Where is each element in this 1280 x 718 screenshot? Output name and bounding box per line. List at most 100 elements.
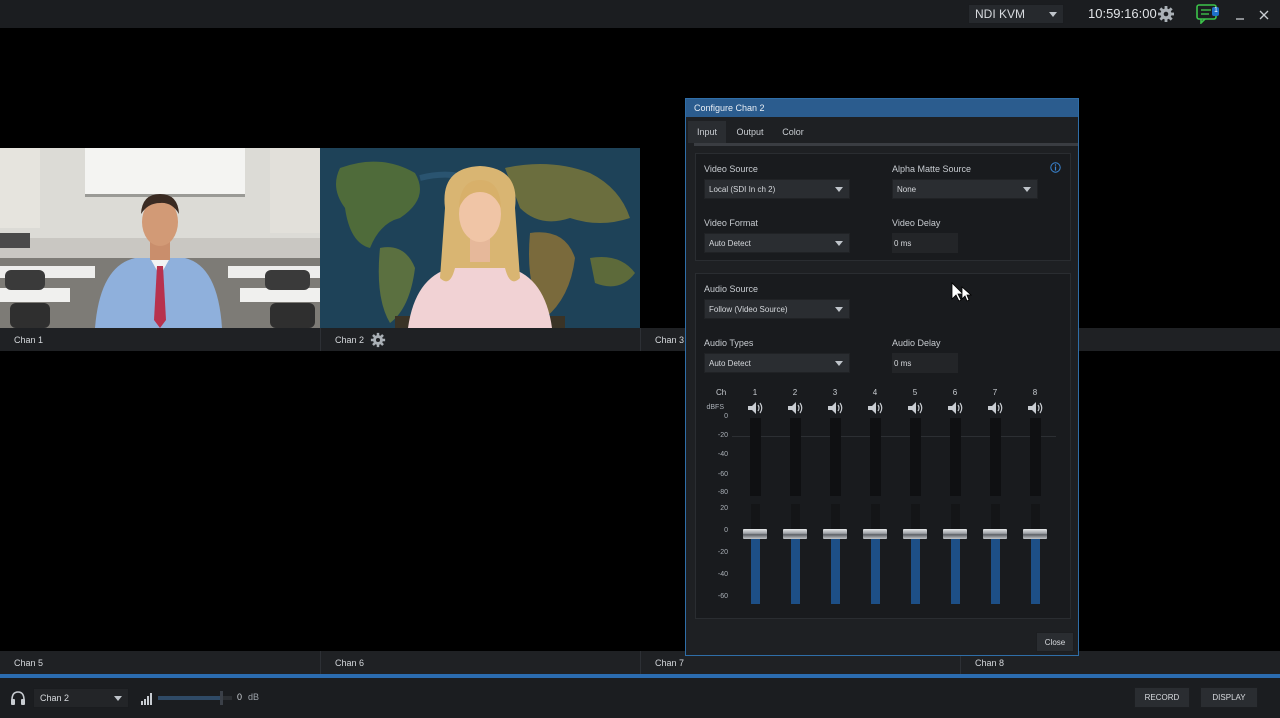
configure-dialog: Configure Chan 2 Input Output Color Vide… bbox=[685, 98, 1079, 656]
chevron-down-icon bbox=[114, 695, 122, 701]
volume-slider-handle[interactable] bbox=[219, 691, 223, 705]
level-meter bbox=[1030, 418, 1041, 496]
tab-underline bbox=[694, 143, 1078, 146]
monitor-select[interactable]: Chan 2 bbox=[33, 688, 129, 708]
level-meter bbox=[950, 418, 961, 496]
close-icon[interactable] bbox=[1258, 8, 1270, 20]
fader-scale-tick: 20 bbox=[720, 505, 728, 512]
tab-input[interactable]: Input bbox=[688, 121, 726, 143]
volume-unit: dB bbox=[248, 692, 260, 702]
meter-gridline bbox=[732, 436, 1056, 437]
chan-6-label: Chan 6 bbox=[335, 657, 365, 668]
chan-5-strip: Chan 5 bbox=[0, 651, 320, 674]
volume-slider[interactable] bbox=[158, 691, 232, 705]
fader-handle[interactable] bbox=[783, 529, 807, 539]
meter-scale-tick: 0 bbox=[724, 413, 728, 420]
chevron-down-icon bbox=[835, 240, 843, 246]
chan-2-preview[interactable] bbox=[320, 148, 640, 328]
monitor-select-value: Chan 2 bbox=[40, 693, 70, 703]
fader-level-fill bbox=[991, 534, 1000, 604]
mixer-channel-number: 6 bbox=[952, 388, 958, 397]
speaker-mute-icon[interactable] bbox=[945, 400, 965, 416]
mixer-channel-number: 8 bbox=[1032, 388, 1038, 397]
fader-level-fill bbox=[1031, 534, 1040, 604]
audio-types-label: Audio Types bbox=[704, 338, 754, 348]
speaker-mute-icon[interactable] bbox=[785, 400, 805, 416]
fader-scale-tick: -40 bbox=[717, 571, 728, 578]
minimize-icon[interactable] bbox=[1234, 8, 1246, 20]
video-delay-label: Video Delay bbox=[892, 218, 941, 228]
fader-handle[interactable] bbox=[743, 529, 767, 539]
dialog-title: Configure Chan 2 bbox=[686, 99, 1078, 117]
info-icon[interactable] bbox=[1050, 160, 1061, 173]
meter-scale-tick: -80 bbox=[717, 489, 728, 496]
chevron-down-icon bbox=[1023, 186, 1031, 192]
video-delay-input[interactable]: 0 ms bbox=[892, 233, 958, 253]
video-format-value: Auto Detect bbox=[709, 238, 751, 248]
fader-handle[interactable] bbox=[983, 529, 1007, 539]
fader-handle[interactable] bbox=[1023, 529, 1047, 539]
speaker-mute-icon[interactable] bbox=[985, 400, 1005, 416]
chan-3-label: Chan 3 bbox=[655, 334, 685, 345]
alpha-matte-label: Alpha Matte Source bbox=[892, 164, 972, 174]
speaker-mute-icon[interactable] bbox=[1025, 400, 1045, 416]
chevron-down-icon bbox=[835, 360, 843, 366]
meter-scale-tick: -40 bbox=[717, 451, 728, 458]
volume-value: 0 bbox=[237, 692, 243, 702]
fader-handle[interactable] bbox=[823, 529, 847, 539]
level-meter bbox=[790, 418, 801, 496]
video-format-select[interactable]: Auto Detect bbox=[704, 233, 850, 253]
level-meter bbox=[830, 418, 841, 496]
audio-source-value: Follow (Video Source) bbox=[709, 304, 788, 314]
fader-scale-tick: 0 bbox=[724, 527, 728, 534]
audio-types-select[interactable]: Auto Detect bbox=[704, 353, 850, 373]
settings-gear-icon[interactable] bbox=[1157, 5, 1175, 23]
fader-handle[interactable] bbox=[943, 529, 967, 539]
chan-2-strip: Chan 2 bbox=[321, 328, 640, 351]
mixer-channel-number: 4 bbox=[872, 388, 878, 397]
fader-level-fill bbox=[951, 534, 960, 604]
display-button[interactable]: DISPLAY bbox=[1200, 687, 1258, 708]
speaker-mute-icon[interactable] bbox=[745, 400, 765, 416]
mixer-channel-number: 3 bbox=[832, 388, 838, 397]
source-select-value: NDI KVM bbox=[975, 7, 1026, 21]
tab-output[interactable]: Output bbox=[730, 121, 770, 143]
alpha-matte-select[interactable]: None bbox=[892, 179, 1038, 199]
audio-source-select[interactable]: Follow (Video Source) bbox=[704, 299, 850, 319]
meter-scale-tick: -20 bbox=[717, 432, 728, 439]
record-button[interactable]: RECORD bbox=[1134, 687, 1190, 708]
source-select[interactable]: NDI KVM bbox=[968, 4, 1064, 24]
chan-5-label: Chan 5 bbox=[14, 657, 44, 668]
speaker-mute-icon[interactable] bbox=[865, 400, 885, 416]
chevron-down-icon bbox=[1049, 11, 1057, 17]
speaker-mute-icon[interactable] bbox=[825, 400, 845, 416]
chan-1-strip: Chan 1 bbox=[0, 328, 320, 351]
chan-1-preview[interactable] bbox=[0, 148, 320, 328]
video-source-select[interactable]: Local (SDI In ch 2) bbox=[704, 179, 850, 199]
chan-6-strip: Chan 6 bbox=[321, 651, 640, 674]
chan-2-config-gear-icon[interactable] bbox=[370, 332, 386, 348]
audio-types-value: Auto Detect bbox=[709, 358, 751, 368]
audio-delay-input[interactable]: 0 ms bbox=[892, 353, 958, 373]
video-source-value: Local (SDI In ch 2) bbox=[709, 184, 776, 194]
fader-level-fill bbox=[911, 534, 920, 604]
volume-slider-fill bbox=[158, 696, 221, 700]
clock: 10:59:16:00 bbox=[1088, 6, 1157, 21]
mouse-cursor bbox=[950, 282, 974, 304]
top-bar: NDI KVM 10:59:16:00 1 bbox=[0, 0, 1280, 28]
fader-level-fill bbox=[751, 534, 760, 604]
chevron-down-icon bbox=[835, 306, 843, 312]
notifications-icon[interactable]: 1 bbox=[1196, 4, 1220, 25]
fader-handle[interactable] bbox=[863, 529, 887, 539]
video-source-label: Video Source bbox=[704, 164, 758, 174]
fader-scale-tick: -60 bbox=[717, 593, 728, 600]
fader-handle[interactable] bbox=[903, 529, 927, 539]
video-format-label: Video Format bbox=[704, 218, 758, 228]
tab-color[interactable]: Color bbox=[776, 121, 810, 143]
chan-7-label: Chan 7 bbox=[655, 657, 685, 668]
close-button[interactable]: Close bbox=[1036, 632, 1074, 652]
speaker-mute-icon[interactable] bbox=[905, 400, 925, 416]
ch-label: Ch bbox=[716, 388, 727, 397]
volume-bars-icon bbox=[140, 692, 154, 705]
fader-level-fill bbox=[871, 534, 880, 604]
